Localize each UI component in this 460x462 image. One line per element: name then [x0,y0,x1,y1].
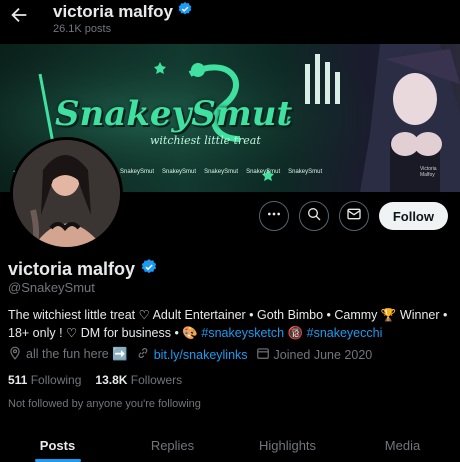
envelope-icon [346,206,362,227]
profile-tabs: Posts Replies Highlights Media [0,430,460,462]
message-button[interactable] [338,201,369,231]
avatar[interactable] [10,137,123,250]
followers-stat[interactable]: 13.8K Followers [95,373,182,387]
joined-item: Joined June 2020 [256,346,373,363]
social-handle: SnakeySmut [204,169,239,175]
tab-media[interactable]: Media [345,430,460,460]
post-count: 26.1K posts [53,23,112,35]
profile-handle: @SnakeySmut [8,280,95,295]
profile-meta: all the fun here ➡️ bit.ly/snakeylinks J… [8,346,372,363]
follow-button[interactable]: Follow [378,202,448,230]
bio-text: 18+ only ! ♡ DM for business • 🎨 [8,326,198,340]
calendar-icon [256,346,270,363]
joined-text: Joined June 2020 [273,347,373,362]
follow-stats: 511 Following 13.8K Followers [8,373,182,387]
profile-display-name: victoria malfoy [8,258,158,281]
following-stat[interactable]: 511 Following [8,373,81,387]
followers-label: Followers [130,373,183,387]
more-options-button[interactable] [258,201,289,231]
website-item[interactable]: bit.ly/snakeylinks [136,346,248,363]
snake-head [191,63,205,77]
tab-posts[interactable]: Posts [0,430,115,462]
location-text: all the fun here ➡️ [26,347,128,361]
location-pin-icon [8,346,22,363]
tab-label: Highlights [258,438,317,453]
more-dots-icon [266,206,282,227]
location-item: all the fun here ➡️ [8,346,128,363]
followers-count: 13.8K [95,373,128,387]
bio-text: 🔞 [287,326,304,340]
hashtag-link[interactable]: #snakeyecchi [307,326,383,340]
profile-actions: Follow [258,201,448,231]
link-icon [136,346,150,363]
back-arrow-icon[interactable] [8,4,30,26]
header-title: victoria malfoy [53,1,193,22]
tab-label: Media [384,438,421,453]
search-icon [306,206,322,227]
tab-replies[interactable]: Replies [115,430,230,460]
bio-line: 18+ only ! ♡ DM for business • 🎨 #snakey… [8,324,453,342]
tab-highlights[interactable]: Highlights [230,430,345,460]
display-name: victoria malfoy [8,259,136,279]
social-handle: SnakeySmut [246,169,281,175]
verified-badge-icon[interactable] [140,258,158,281]
artist-signature: Victoria Malfoy [420,166,437,178]
banner-socials: SnakeySmut SnakeySmut SnakeySmut SnakeyS… [120,169,322,175]
verified-badge-icon [177,1,193,22]
following-label: Following [30,373,82,387]
followed-by-note: Not followed by anyone you're following [8,398,201,410]
banner-subtitle: witchiest little treat [150,134,261,147]
social-handle: SnakeySmut [120,169,155,175]
tab-label: Replies [150,438,195,453]
hashtag-link[interactable]: #snakeysketch [201,326,284,340]
bio-line: The witchiest little treat ♡ Adult Enter… [8,308,448,322]
header-name: victoria malfoy [53,1,173,21]
profile-header: victoria malfoy 26.1K posts [0,0,460,44]
tab-label: Posts [39,438,76,453]
social-handle: SnakeySmut [162,169,197,175]
banner-title: SnakeySmut [55,94,293,134]
website-link[interactable]: bit.ly/snakeylinks [154,348,248,362]
avatar-photo [13,140,120,247]
social-handle: SnakeySmut [288,169,323,175]
profile-bio: The witchiest little treat ♡ Adult Enter… [8,306,453,342]
following-count: 511 [8,373,28,387]
search-button[interactable] [298,201,329,231]
